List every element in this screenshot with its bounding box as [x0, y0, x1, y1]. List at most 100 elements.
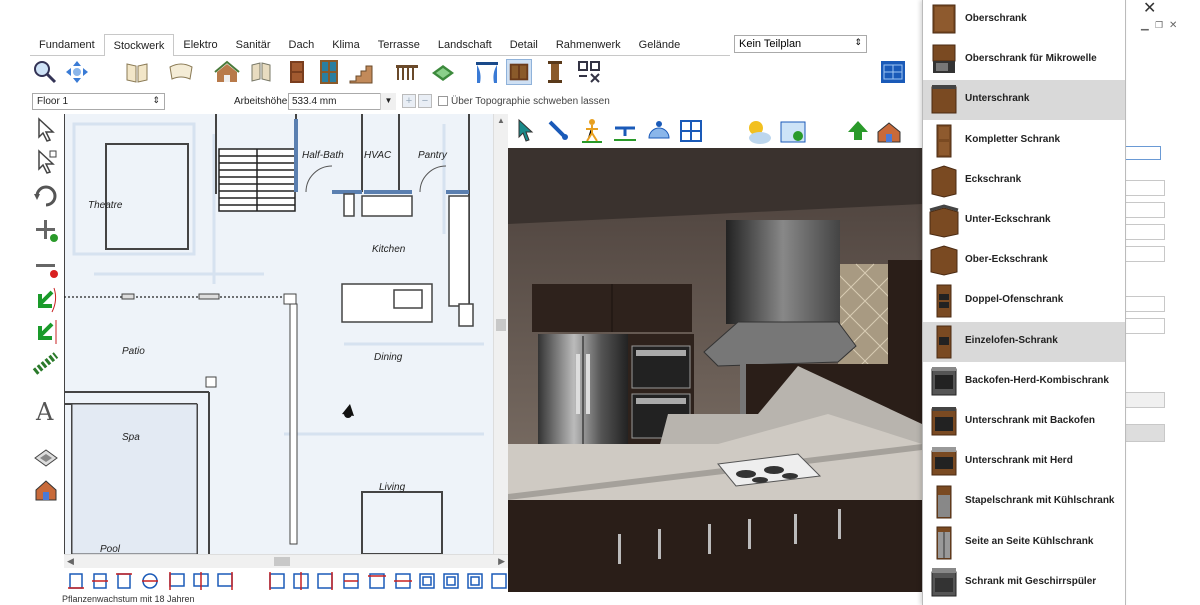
- blueprint-icon[interactable]: [880, 60, 906, 84]
- catalog-item[interactable]: Backofen-Herd-Kombischrank: [923, 362, 1125, 402]
- house-icon[interactable]: [32, 476, 60, 504]
- close-icon[interactable]: ✕: [1143, 0, 1156, 18]
- catalog-item[interactable]: Unterschrank mit Backofen: [923, 402, 1125, 442]
- view-3d[interactable]: [508, 114, 922, 592]
- zoom-icon[interactable]: [32, 59, 58, 85]
- hedge-icon[interactable]: [32, 350, 60, 378]
- railing-icon[interactable]: [394, 59, 420, 85]
- arbeitshoehe-input[interactable]: 533.4 mm: [288, 93, 394, 110]
- floor-options-bar: Floor 1 ⇕ Arbeitshöhe: 533.4 mm ▼ + − Üb…: [30, 93, 730, 111]
- room-label-pool: Pool: [100, 544, 121, 554]
- window-icon[interactable]: [316, 59, 342, 85]
- floor-plan-view[interactable]: Theatre Half-Bath HVAC Pantry Kitchen Pa…: [64, 114, 508, 554]
- curtain-icon[interactable]: [474, 59, 500, 85]
- catalog-item[interactable]: Einzelofen-Schrank: [923, 321, 1125, 362]
- select-arrow-icon[interactable]: [32, 116, 60, 144]
- catalog-item[interactable]: Kompletter Schrank: [923, 121, 1125, 161]
- shapes-icon[interactable]: [576, 59, 602, 85]
- catalog-item[interactable]: Ober-Eckschrank: [923, 241, 1125, 281]
- full-cabinet-icon: [936, 124, 952, 158]
- prop-field[interactable]: [1125, 246, 1165, 262]
- tab-terrasse[interactable]: Terrasse: [369, 34, 429, 56]
- close-icon[interactable]: ✕: [1169, 20, 1177, 31]
- tab-rahmenwerk[interactable]: Rahmenwerk: [547, 34, 630, 56]
- join-green-icon[interactable]: [32, 286, 60, 314]
- catalog-item[interactable]: Unter-Eckschrank: [923, 201, 1125, 241]
- minus-button[interactable]: −: [418, 94, 432, 108]
- room-label-theatre: Theatre: [88, 200, 123, 211]
- catalog-item[interactable]: Unterschrank mit Herd: [923, 442, 1125, 482]
- tab-gelaende[interactable]: Gelände: [630, 34, 690, 56]
- prop-button[interactable]: [1125, 424, 1165, 442]
- tab-dach[interactable]: Dach: [280, 34, 324, 56]
- alignment-icons[interactable]: [64, 570, 508, 592]
- app-window: Fundament Stockwerk Elektro Sanitär Dach…: [0, 0, 1200, 605]
- plan-select[interactable]: Kein Teilplan ⇕: [734, 35, 867, 53]
- rotate-icon[interactable]: [32, 182, 60, 210]
- catalog-item[interactable]: Doppel-Ofenschrank: [923, 281, 1125, 321]
- chevron-down-icon[interactable]: ▼: [380, 93, 396, 110]
- remove-point-icon[interactable]: [32, 252, 60, 280]
- tab-detail[interactable]: Detail: [501, 34, 547, 56]
- deck-icon[interactable]: [430, 59, 456, 85]
- plus-button[interactable]: +: [402, 94, 416, 108]
- plan-vertical-scrollbar[interactable]: ▲: [493, 114, 508, 554]
- tab-fundament[interactable]: Fundament: [30, 34, 104, 56]
- catalog-item-label: Schrank mit Geschirrspüler: [965, 575, 1097, 587]
- catalog-item[interactable]: Seite an Seite Kühlschrank: [923, 523, 1125, 563]
- catalog-item[interactable]: Stapelschrank mit Kühlschrank: [923, 482, 1125, 522]
- tab-sanitaer[interactable]: Sanitär: [227, 34, 280, 56]
- wall-corner-cabinet-icon: [930, 245, 958, 276]
- join-red-icon[interactable]: [32, 318, 60, 346]
- prop-field[interactable]: [1125, 224, 1165, 240]
- book-icon[interactable]: [124, 59, 150, 85]
- add-point-icon[interactable]: [32, 216, 60, 244]
- cabinet-icon[interactable]: [506, 59, 532, 85]
- alignment-toolbar: [64, 570, 508, 592]
- catalog-item[interactable]: Oberschrank: [923, 0, 1125, 40]
- pan-icon[interactable]: [64, 59, 90, 85]
- door-icon[interactable]: [284, 59, 310, 85]
- minimize-icon[interactable]: ▁: [1141, 20, 1149, 31]
- house-add-icon[interactable]: [214, 59, 240, 85]
- chevron-left-icon[interactable]: ◀: [67, 556, 74, 567]
- text-icon[interactable]: A: [32, 396, 60, 424]
- topo-checkbox[interactable]: [438, 96, 448, 106]
- column-icon[interactable]: [542, 59, 568, 85]
- plan-horizontal-scrollbar[interactable]: ◀ ▶: [64, 554, 508, 568]
- tab-stockwerk[interactable]: Stockwerk: [103, 34, 175, 56]
- chevron-up-icon[interactable]: ▲: [497, 116, 505, 125]
- catalog-item[interactable]: Eckschrank: [923, 161, 1125, 201]
- floor-select[interactable]: Floor 1 ⇕: [32, 93, 165, 110]
- catalog-item[interactable]: Unterschrank: [923, 80, 1125, 121]
- room-label-half-bath: Half-Bath: [302, 150, 344, 161]
- fridge-stack-cabinet-icon: [936, 485, 952, 519]
- base-cabinet-icon: [931, 85, 957, 114]
- terrain-icon[interactable]: [168, 59, 194, 85]
- prop-field[interactable]: [1125, 296, 1165, 312]
- catalog-item[interactable]: Schrank mit Geschirrspüler: [923, 563, 1125, 603]
- catalog-item-label: Seite an Seite Kühlschrank: [965, 535, 1094, 547]
- tab-landschaft[interactable]: Landschaft: [429, 34, 501, 56]
- catalog-item[interactable]: Oberschrank für Mikrowelle: [923, 40, 1125, 80]
- left-toolbar: A: [30, 114, 62, 554]
- chevron-right-icon[interactable]: ▶: [498, 556, 505, 567]
- tab-elektro[interactable]: Elektro: [174, 34, 226, 56]
- select-node-icon[interactable]: [32, 148, 60, 176]
- prop-field[interactable]: [1125, 146, 1161, 160]
- scroll-thumb[interactable]: [496, 319, 506, 331]
- scroll-thumb[interactable]: [274, 557, 290, 566]
- catalog-item-label: Unter-Eckschrank: [965, 214, 1051, 225]
- walls-icon[interactable]: [248, 59, 274, 85]
- prop-field[interactable]: [1125, 202, 1165, 218]
- tab-klima[interactable]: Klima: [323, 34, 369, 56]
- cabinet-catalog-dropdown[interactable]: Oberschrank Oberschrank für Mikrowelle Unt…: [922, 0, 1126, 605]
- restore-icon[interactable]: ❐: [1155, 20, 1163, 31]
- prop-field[interactable]: [1125, 392, 1165, 408]
- room-label-kitchen: Kitchen: [372, 244, 406, 255]
- kitchen-3d-render: [508, 148, 922, 592]
- prop-field[interactable]: [1125, 318, 1165, 334]
- layout-icon[interactable]: [32, 444, 60, 472]
- stairs-icon[interactable]: [348, 59, 374, 85]
- prop-field[interactable]: [1125, 180, 1165, 196]
